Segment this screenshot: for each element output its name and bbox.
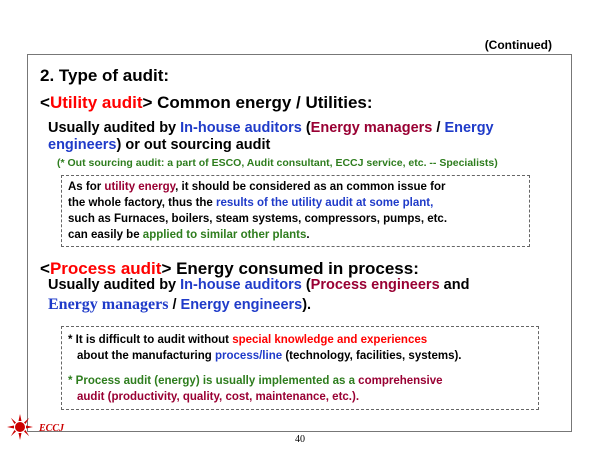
process-l1-text: Usually audited by (48, 277, 181, 293)
pb-l2-a: about the manufacturing (77, 350, 215, 362)
ub-l2-results: results of the utility audit at some pla… (216, 197, 434, 209)
utility-l1-inhouse: In-house auditors (180, 120, 302, 136)
pb-l1-a: * It is difficult to audit without (68, 334, 233, 346)
ub-l4-applied: applied to similar other plants (142, 229, 307, 241)
process-title-tag: Process audit (49, 259, 162, 278)
process-l1-inhouse: In-house auditors (180, 277, 302, 293)
outsourcing-note: (* Out sourcing audit: a part of ESCO, A… (57, 157, 498, 169)
utility-l2-engineers: engineers (48, 137, 117, 153)
utility-l1-energy: Energy (444, 120, 494, 136)
utility-auditors-line-1: Usually audited by In-house auditors (En… (48, 120, 494, 136)
pb-l2-c: (technology, facilities, systems). (282, 350, 462, 362)
process-l1-process-engineers: Process engineers (310, 277, 440, 293)
utility-box-line-1: As for utility energy, it should be cons… (68, 181, 445, 193)
pb-l3-comprehensive: comprehensive (358, 375, 443, 387)
page-number: 40 (295, 434, 305, 445)
process-l1-and: and (439, 277, 470, 293)
utility-box-line-2: the whole factory, thus the results of t… (68, 197, 433, 209)
ub-l1-c: , it should be considered as an common i… (175, 181, 446, 193)
utility-l2-text: ) or out sourcing audit (116, 137, 271, 153)
utility-box-line-4: can easily be applied to similar other p… (68, 229, 310, 241)
ub-l4-a: can easily be (68, 229, 143, 241)
utility-l1-slash: / (432, 120, 445, 136)
utility-l1-text: Usually audited by (48, 120, 181, 136)
process-l2-energy-managers: Energy managers (48, 296, 169, 313)
process-l1-paren: ( (301, 277, 311, 293)
ub-l4-c: . (306, 229, 310, 241)
process-l2-slash: / (168, 297, 181, 313)
utility-title-tag: Utility audit (49, 93, 143, 112)
ub-l1-a: As for (68, 181, 105, 193)
utility-l1-energy-managers: Energy managers (310, 120, 433, 136)
utility-l1-paren: ( (301, 120, 311, 136)
process-title-open: < (40, 259, 50, 278)
utility-title-open: < (40, 93, 50, 112)
utility-box-line-3: such as Furnaces, boilers, steam systems… (68, 213, 448, 225)
page-title: 2. Type of audit: (40, 66, 170, 85)
pb-l1-special: special knowledge and experiences (232, 334, 428, 346)
process-l2-close: ). (302, 297, 312, 313)
utility-title-rest: > Common energy / Utilities: (142, 93, 373, 112)
ub-l1-utility-energy: utility energy (104, 181, 176, 193)
continued-label: (Continued) (484, 38, 552, 52)
utility-auditors-line-2: engineers) or out sourcing audit (48, 137, 270, 153)
pb-l3-a: * Process audit (energy) is usually impl… (68, 375, 359, 387)
process-l2-energy-engineers: Energy engineers (180, 297, 303, 313)
utility-audit-title: <Utility audit> Common energy / Utilitie… (40, 93, 373, 113)
process-box-line-2: about the manufacturing process/line (te… (77, 350, 462, 362)
ub-l2-a: the whole factory, thus the (68, 197, 217, 209)
process-box-line-1: * It is difficult to audit without speci… (68, 334, 427, 346)
process-auditors-line-1: Usually audited by In-house auditors (Pr… (48, 277, 469, 293)
eccj-logo-text: ECCJ (39, 423, 65, 434)
process-title-rest: > Energy consumed in process: (161, 259, 419, 278)
process-box-line-4: audit (productivity, quality, cost, main… (77, 391, 360, 403)
pb-l2-process-line: process/line (215, 350, 283, 362)
process-audit-title: <Process audit> Energy consumed in proce… (40, 259, 419, 279)
process-box-line-3: * Process audit (energy) is usually impl… (68, 375, 443, 387)
process-auditors-line-2: Energy managers / Energy engineers). (48, 296, 311, 314)
